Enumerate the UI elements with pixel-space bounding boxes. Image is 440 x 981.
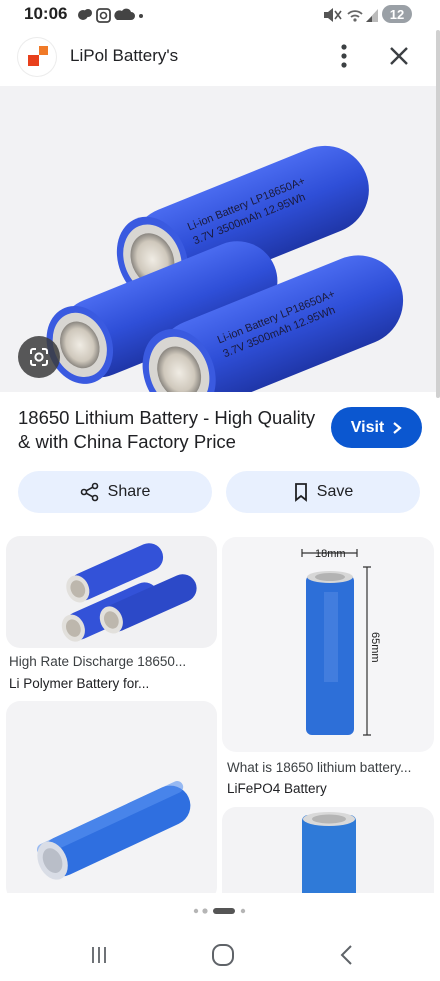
chevron-right-icon <box>393 421 402 434</box>
dimension-width-label: 18mm <box>315 548 346 560</box>
back-icon[interactable] <box>336 942 356 968</box>
result-title[interactable]: 18650 Lithium Battery - High Quality & w… <box>18 406 318 454</box>
battery-indicator: 12 <box>382 5 412 23</box>
recent-apps-icon[interactable] <box>89 944 109 966</box>
system-status-icons <box>324 8 378 22</box>
visit-label: Visit <box>350 418 385 436</box>
battery-level: 12 <box>389 6 405 22</box>
share-icon <box>80 482 98 502</box>
related-source-1[interactable]: Li Polymer Battery for... <box>9 676 214 691</box>
share-button[interactable]: Share <box>18 471 212 513</box>
close-icon[interactable] <box>385 42 413 70</box>
related-image-1[interactable] <box>6 536 217 648</box>
scrollbar[interactable] <box>436 30 440 398</box>
header: LiPol Battery's <box>0 30 440 86</box>
related-caption-1[interactable]: High Rate Discharge 18650... <box>9 654 214 669</box>
related-caption-2[interactable]: What is 18650 lithium battery... <box>227 760 432 775</box>
related-image-2[interactable]: 18mm 65mm <box>222 537 434 752</box>
related-source-2[interactable]: LiFePO4 Battery <box>227 781 432 796</box>
page-indicator <box>193 908 246 914</box>
site-logo <box>18 38 56 76</box>
bookmark-icon <box>294 483 307 502</box>
notification-icons <box>78 8 143 23</box>
status-time: 10:06 <box>24 4 68 23</box>
home-icon[interactable] <box>210 942 236 968</box>
more-options-icon[interactable] <box>330 40 358 72</box>
site-name[interactable]: LiPol Battery's <box>70 46 178 66</box>
related-image-4[interactable] <box>222 807 434 907</box>
save-label: Save <box>316 483 354 500</box>
lens-search-button[interactable] <box>18 336 60 378</box>
main-image[interactable]: Li-ion Battery LP18650A+ 3.7V 3500mAh 12… <box>0 86 436 392</box>
lens-icon <box>30 348 48 366</box>
share-label: Share <box>107 483 151 500</box>
save-button[interactable]: Save <box>226 471 420 513</box>
status-bar: 10:06 12 <box>0 0 440 30</box>
related-image-3[interactable] <box>6 701 217 901</box>
navigation-bar <box>0 930 440 981</box>
visit-button[interactable]: Visit <box>331 407 422 448</box>
dimension-height-label: 65mm <box>369 632 381 663</box>
